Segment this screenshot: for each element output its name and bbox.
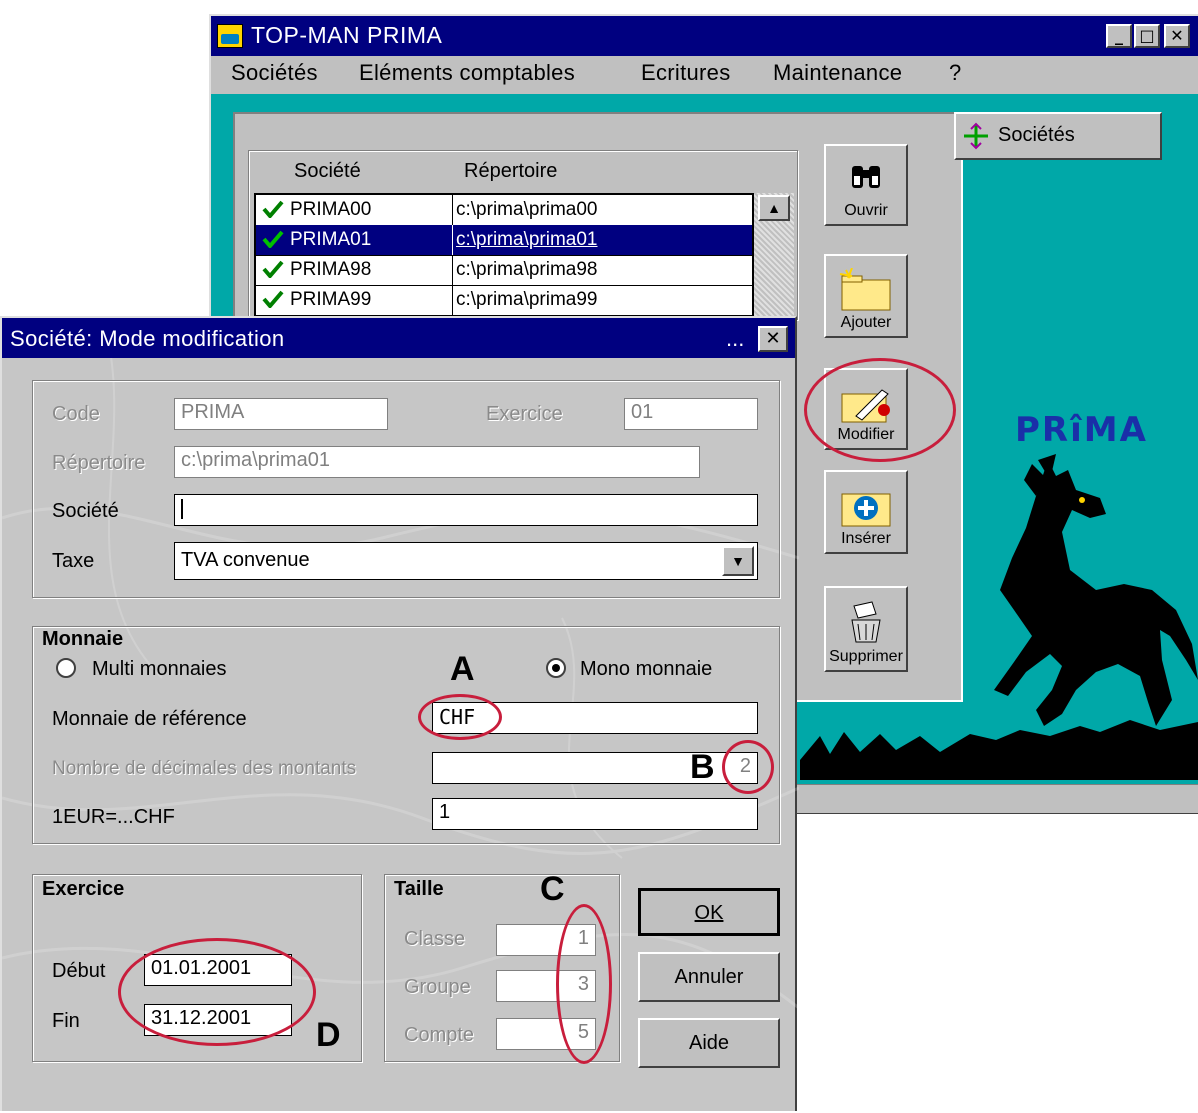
annotation-circle-modifier: [804, 358, 956, 462]
annotation-letter-b: B: [690, 748, 715, 786]
app-icon[interactable]: [217, 24, 243, 48]
main-title-bar[interactable]: TOP-MAN PRIMA _ □ ✕: [211, 16, 1198, 56]
list-scrollbar[interactable]: ▲: [754, 193, 794, 318]
groupe-label: Groupe: [404, 976, 471, 998]
societes-icon: [962, 122, 990, 150]
ajouter-label: Ajouter: [840, 314, 892, 331]
dialog-title-bar[interactable]: Société: Mode modification ...: [2, 318, 795, 358]
eur-rate-field[interactable]: 1: [432, 798, 758, 830]
supprimer-label: Supprimer: [829, 648, 903, 665]
debut-label: Début: [52, 960, 106, 982]
exercice-field: 01: [624, 398, 758, 430]
code-label: Code: [52, 403, 100, 425]
insert-icon: [836, 484, 896, 535]
dialog-title: Société: Mode modification: [10, 326, 285, 351]
compte-label: Compte: [404, 1024, 475, 1046]
societe-label: Société: [52, 500, 119, 522]
list-item-selected[interactable]: PRIMA01 c:\prima\prima01: [256, 225, 752, 256]
taxe-label: Taxe: [52, 550, 95, 572]
supprimer-button[interactable]: Supprimer: [824, 586, 908, 672]
trash-icon: [844, 600, 888, 651]
monnaie-title: Monnaie: [42, 628, 124, 650]
scroll-up-icon[interactable]: ▲: [758, 195, 790, 221]
check-icon: [262, 260, 284, 278]
classe-label: Classe: [404, 928, 466, 950]
list-item-dir: c:\prima\prima00: [456, 199, 598, 220]
tab-societes-label: Sociétés: [998, 124, 1075, 146]
annotation-letter-d: D: [316, 1016, 341, 1054]
ouvrir-button[interactable]: Ouvrir: [824, 144, 908, 226]
list-item[interactable]: PRIMA99 c:\prima\prima99: [256, 285, 752, 316]
annotation-circle-a: [418, 694, 502, 740]
taxe-select[interactable]: TVA convenue: [174, 542, 758, 580]
menu-help[interactable]: ?: [949, 60, 962, 86]
ajouter-button[interactable]: Ajouter: [824, 254, 908, 338]
prima-logo: PRîMA: [1015, 410, 1148, 450]
main-window-title: TOP-MAN PRIMA: [251, 22, 443, 48]
monnaie-ref-label: Monnaie de référence: [52, 708, 247, 730]
mono-monnaie-radio[interactable]: [546, 658, 566, 678]
company-list[interactable]: PRIMA00 c:\prima\prima00 PRIMA01 c:\prim…: [254, 193, 754, 318]
close-icon[interactable]: ✕: [1164, 24, 1190, 48]
column-header-repertoire[interactable]: Répertoire: [464, 160, 557, 183]
ok-button[interactable]: OK: [638, 888, 780, 936]
menu-ecritures[interactable]: Ecritures: [641, 60, 731, 86]
annotation-letter-a: A: [450, 650, 475, 688]
new-folder-icon: [836, 267, 896, 319]
annotation-circle-d: [118, 938, 316, 1046]
list-item[interactable]: PRIMA00 c:\prima\prima00: [256, 195, 752, 226]
annuler-button[interactable]: Annuler: [638, 952, 780, 1002]
list-item-name: PRIMA99: [290, 289, 372, 310]
list-item-dir: c:\prima\prima98: [456, 259, 598, 280]
decimals-label: Nombre de décimales des montants: [52, 758, 357, 779]
list-item-dir: c:\prima\prima99: [456, 289, 598, 310]
exercice-label: Exercice: [486, 403, 563, 425]
tab-societes[interactable]: Sociétés: [954, 112, 1162, 160]
menu-elements-comptables[interactable]: Eléments comptables: [359, 60, 575, 86]
list-item-dir: c:\prima\prima01: [456, 229, 598, 250]
check-icon: [262, 290, 284, 308]
societe-field[interactable]: [174, 494, 758, 526]
fin-label: Fin: [52, 1010, 80, 1032]
annotation-circle-b: [722, 740, 774, 794]
menu-maintenance[interactable]: Maintenance: [773, 60, 902, 86]
multi-monnaies-label[interactable]: Multi monnaies: [92, 658, 227, 681]
dialog-close-icon[interactable]: ✕: [758, 326, 788, 352]
mono-monnaie-label[interactable]: Mono monnaie: [580, 658, 712, 681]
list-item-name: PRIMA00: [290, 199, 372, 220]
exercice-group-title: Exercice: [42, 878, 125, 900]
inserer-label: Insérer: [841, 530, 891, 547]
binoculars-icon: [848, 158, 884, 201]
repertoire-label: Répertoire: [52, 452, 146, 474]
taille-group-title: Taille: [394, 878, 444, 900]
list-item-name: PRIMA01: [290, 229, 372, 250]
list-item[interactable]: PRIMA98 c:\prima\prima98: [256, 255, 752, 286]
multi-monnaies-radio[interactable]: [56, 658, 76, 678]
inserer-button[interactable]: Insérer: [824, 470, 908, 554]
repertoire-field: c:\prima\prima01: [174, 446, 700, 478]
chevron-down-icon[interactable]: ▼: [722, 546, 754, 576]
aide-button[interactable]: Aide: [638, 1018, 780, 1068]
eur-rate-label: 1EUR=...CHF: [52, 806, 175, 828]
taxe-value: TVA convenue: [181, 549, 310, 571]
check-icon: [262, 230, 284, 248]
code-field: PRIMA: [174, 398, 388, 430]
check-icon: [262, 200, 284, 218]
column-header-societe[interactable]: Société: [294, 160, 361, 183]
ouvrir-label: Ouvrir: [844, 202, 888, 219]
menu-bar: Sociétés Eléments comptables Ecritures M…: [211, 56, 1198, 94]
list-item-name: PRIMA98: [290, 259, 372, 280]
dialog-title-dots: ...: [726, 326, 745, 351]
minimize-icon[interactable]: _: [1106, 24, 1132, 48]
menu-societes[interactable]: Sociétés: [231, 60, 318, 86]
text-caret: [181, 498, 183, 519]
annotation-circle-c: [556, 904, 612, 1064]
annotation-letter-c: C: [540, 870, 565, 908]
maximize-icon[interactable]: □: [1134, 24, 1160, 48]
